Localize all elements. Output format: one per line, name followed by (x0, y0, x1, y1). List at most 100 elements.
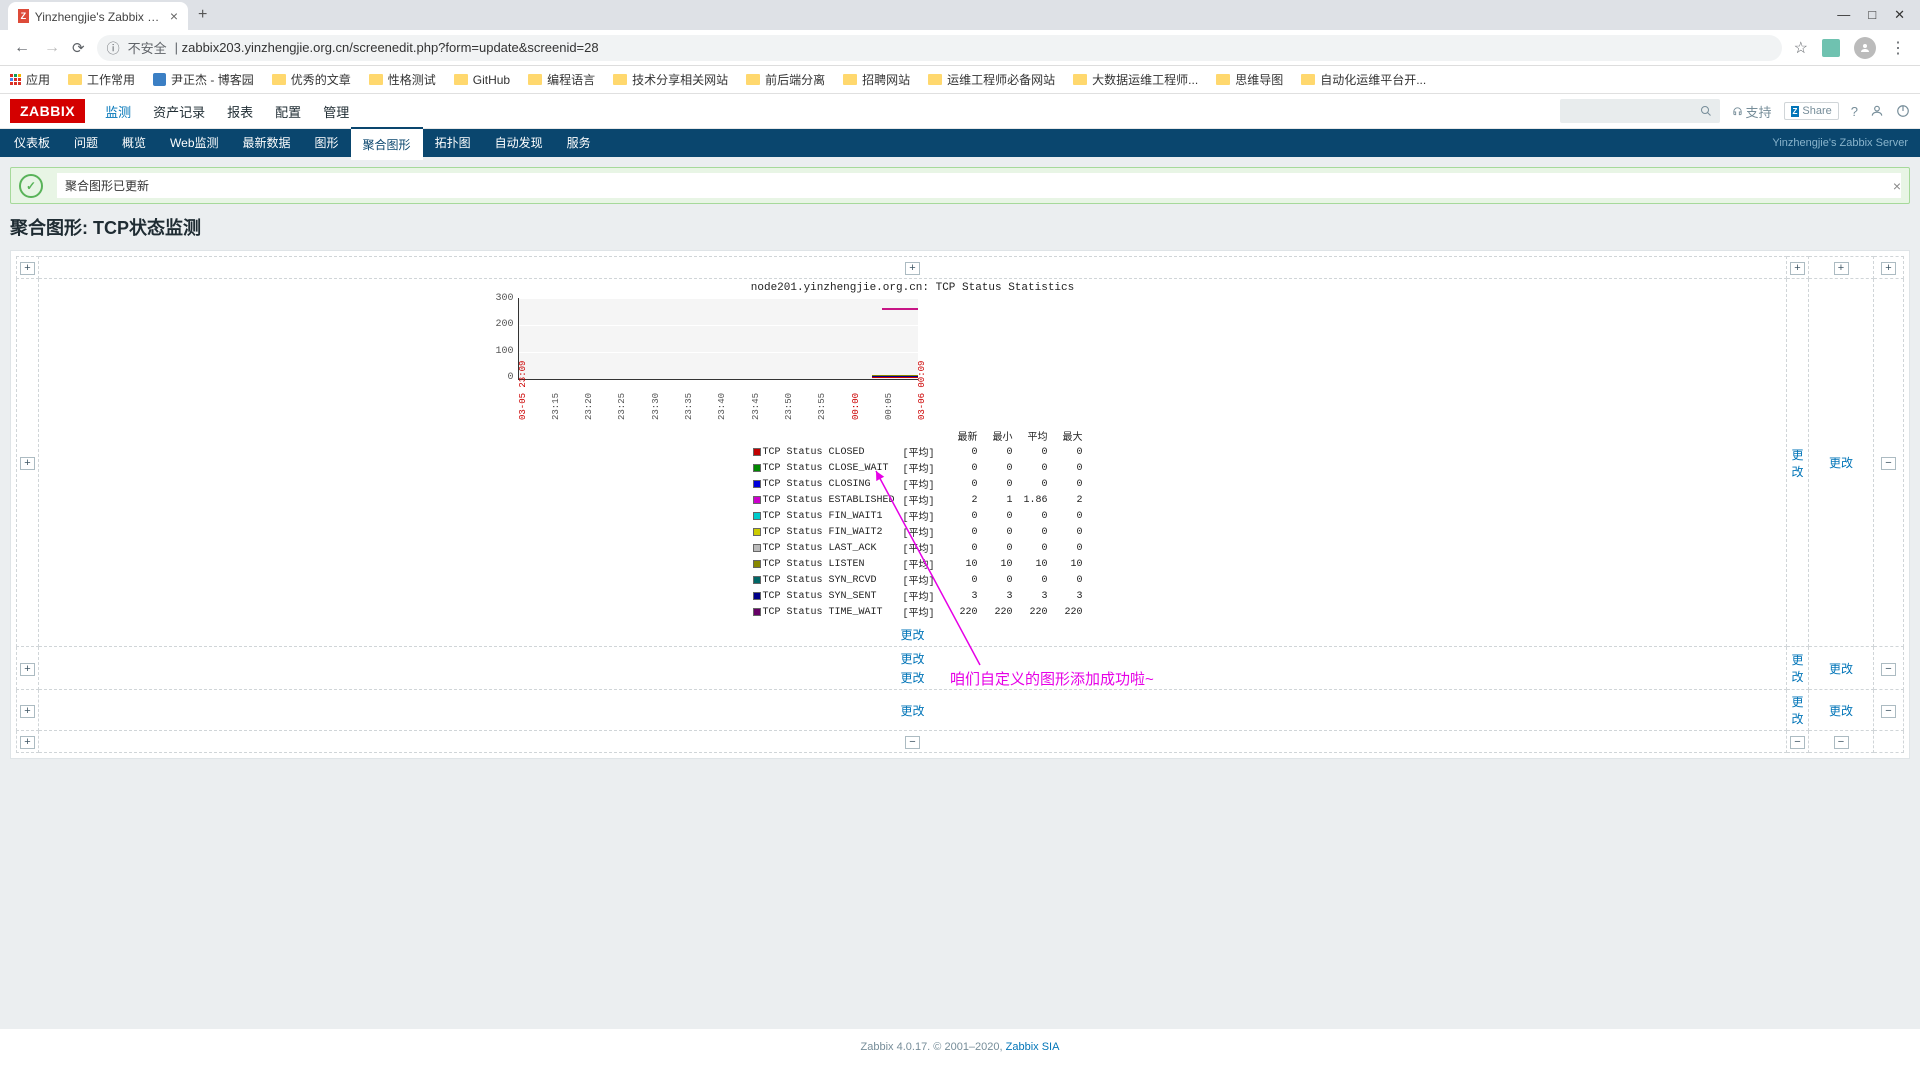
chart-plot (518, 298, 918, 380)
bookmark-item[interactable]: 自动化运维平台开... (1301, 71, 1426, 88)
top-menu-item[interactable]: 资产记录 (143, 94, 215, 129)
share-button[interactable]: Z Share (1784, 102, 1839, 120)
info-icon[interactable]: ⓘ (107, 38, 120, 57)
remove-row[interactable]: − (1881, 663, 1896, 676)
bookmark-item[interactable]: 技术分享相关网站 (613, 71, 728, 88)
legend-row: TCP Status FIN_WAIT1[平均]0000 (753, 508, 1073, 524)
sub-menu-item[interactable]: 拓扑图 (423, 127, 483, 160)
change-link[interactable]: 更改 (1829, 454, 1853, 471)
change-link[interactable]: 更改 (1790, 446, 1805, 480)
sub-menu-item[interactable]: 聚合图形 (351, 127, 423, 160)
remove-col[interactable]: − (1834, 736, 1849, 749)
change-link[interactable]: 更改 (900, 628, 924, 642)
sub-menu-item[interactable]: 最新数据 (231, 127, 303, 160)
sub-menu-item[interactable]: 服务 (555, 127, 603, 160)
legend-row: TCP Status CLOSED[平均]0000 (753, 444, 1073, 460)
reload-icon[interactable]: ⟳ (72, 39, 85, 57)
sub-menu-item[interactable]: 问题 (62, 127, 110, 160)
sub-menu-item[interactable]: Web监测 (158, 127, 230, 160)
bookmarks-bar: 应用 工作常用 尹正杰 - 博客园 优秀的文章 性格测试 GitHub 编程语言 技术分享相… (0, 66, 1920, 94)
legend-row: TCP Status CLOSE_WAIT[平均]0000 (753, 460, 1073, 476)
change-link[interactable]: 更改 (900, 650, 924, 667)
page-title: 聚合图形: TCP状态监测 (10, 214, 1910, 240)
add-row[interactable]: + (20, 663, 35, 676)
power-icon[interactable] (1896, 104, 1910, 118)
bookmark-item[interactable]: 工作常用 (68, 71, 135, 88)
top-menu-item[interactable]: 配置 (265, 94, 311, 129)
close-window-icon[interactable]: ✕ (1894, 7, 1905, 23)
tab-favicon: Z (18, 9, 29, 23)
alert-message: 聚合图形已更新 (57, 173, 1901, 198)
address-bar: ← → ⟳ ⓘ 不安全 | zabbix203.yinzhengjie.org.… (0, 30, 1920, 66)
bookmark-item[interactable]: 前后端分离 (746, 71, 825, 88)
remove-row[interactable]: − (1881, 457, 1896, 470)
add-col[interactable]: + (1790, 262, 1805, 275)
bookmark-item[interactable]: 招聘网站 (843, 71, 910, 88)
top-menu-item[interactable]: 报表 (217, 94, 263, 129)
window-controls: — □ ✕ (1837, 7, 1920, 23)
screen-cell-graph[interactable]: node201.yinzhengjie.org.cn: TCP Status S… (39, 279, 1787, 647)
browser-tab[interactable]: Z Yinzhengjie's Zabbix Server: 聚 × (8, 2, 188, 30)
search-input[interactable] (1560, 99, 1720, 123)
new-tab-button[interactable]: + (198, 6, 207, 24)
maximize-icon[interactable]: □ (1868, 7, 1876, 23)
add-col-left[interactable]: + (20, 262, 35, 275)
sub-menu-item[interactable]: 自动发现 (483, 127, 555, 160)
bookmark-item[interactable]: 编程语言 (528, 71, 595, 88)
star-icon[interactable]: ☆ (1794, 38, 1808, 58)
bookmark-item[interactable]: 运维工程师必备网站 (928, 71, 1055, 88)
help-icon[interactable]: ? (1851, 104, 1858, 119)
legend-row: TCP Status FIN_WAIT2[平均]0000 (753, 524, 1073, 540)
browser-tabs: Z Yinzhengjie's Zabbix Server: 聚 × + — □… (0, 0, 1920, 30)
change-link[interactable]: 更改 (1829, 662, 1853, 676)
sub-menu-item[interactable]: 概览 (110, 127, 158, 160)
bookmark-item[interactable]: GitHub (454, 73, 510, 87)
remove-col[interactable]: − (1790, 736, 1805, 749)
bookmark-item[interactable]: 优秀的文章 (272, 71, 351, 88)
remove-col[interactable]: − (905, 736, 920, 749)
user-icon[interactable] (1870, 104, 1884, 118)
footer: Zabbix 4.0.17. © 2001–2020, Zabbix SIA (0, 1029, 1920, 1065)
remove-row[interactable]: − (1881, 705, 1896, 718)
support-link[interactable]: 支持 (1732, 102, 1772, 121)
change-link[interactable]: 更改 (900, 704, 924, 718)
alert-success: ✓ 聚合图形已更新 × (10, 167, 1910, 204)
change-link[interactable]: 更改 (1791, 653, 1803, 684)
bookmark-item[interactable]: 尹正杰 - 博客园 (153, 71, 254, 88)
add-col-right[interactable]: + (1881, 262, 1896, 275)
url-input[interactable]: ⓘ 不安全 | zabbix203.yinzhengjie.org.cn/scr… (97, 35, 1782, 61)
tab-title: Yinzhengjie's Zabbix Server: 聚 (35, 8, 162, 25)
check-icon: ✓ (19, 174, 43, 198)
profile-icon[interactable] (1854, 37, 1876, 59)
top-menu-item[interactable]: 监测 (95, 94, 141, 129)
minimize-icon[interactable]: — (1837, 7, 1850, 23)
zabbix-header: ZABBIX 监测资产记录报表配置管理 支持 Z Share ? (0, 94, 1920, 129)
close-icon[interactable]: × (1893, 178, 1901, 194)
extension-icon[interactable] (1822, 39, 1840, 57)
close-icon[interactable]: × (170, 8, 178, 24)
bookmark-item[interactable]: 性格测试 (369, 71, 436, 88)
change-link[interactable]: 更改 (900, 669, 924, 686)
bookmark-item[interactable]: 思维导图 (1216, 71, 1283, 88)
menu-icon[interactable]: ⋮ (1890, 38, 1906, 58)
change-link[interactable]: 更改 (1829, 704, 1853, 718)
change-link[interactable]: 更改 (1791, 695, 1803, 726)
top-menu-item[interactable]: 管理 (313, 94, 359, 129)
add-col[interactable]: + (1834, 262, 1849, 275)
footer-link[interactable]: Zabbix SIA (1006, 1041, 1060, 1053)
apps-button[interactable]: 应用 (10, 71, 50, 88)
add-row-bottom[interactable]: + (20, 736, 35, 749)
add-col[interactable]: + (905, 262, 920, 275)
sub-menu-item[interactable]: 仪表板 (2, 127, 62, 160)
legend-row: TCP Status LAST_ACK[平均]0000 (753, 540, 1073, 556)
insecure-label: 不安全 (128, 38, 167, 57)
server-name: Yinzhengjie's Zabbix Server (1772, 137, 1918, 149)
sub-menu-item[interactable]: 图形 (303, 127, 351, 160)
zabbix-logo[interactable]: ZABBIX (10, 99, 85, 123)
headset-icon (1732, 106, 1743, 117)
back-icon[interactable]: ← (14, 39, 30, 57)
url-text: zabbix203.yinzhengjie.org.cn/screenedit.… (182, 40, 599, 55)
add-row[interactable]: + (20, 457, 35, 470)
bookmark-item[interactable]: 大数据运维工程师... (1073, 71, 1198, 88)
add-row[interactable]: + (20, 705, 35, 718)
